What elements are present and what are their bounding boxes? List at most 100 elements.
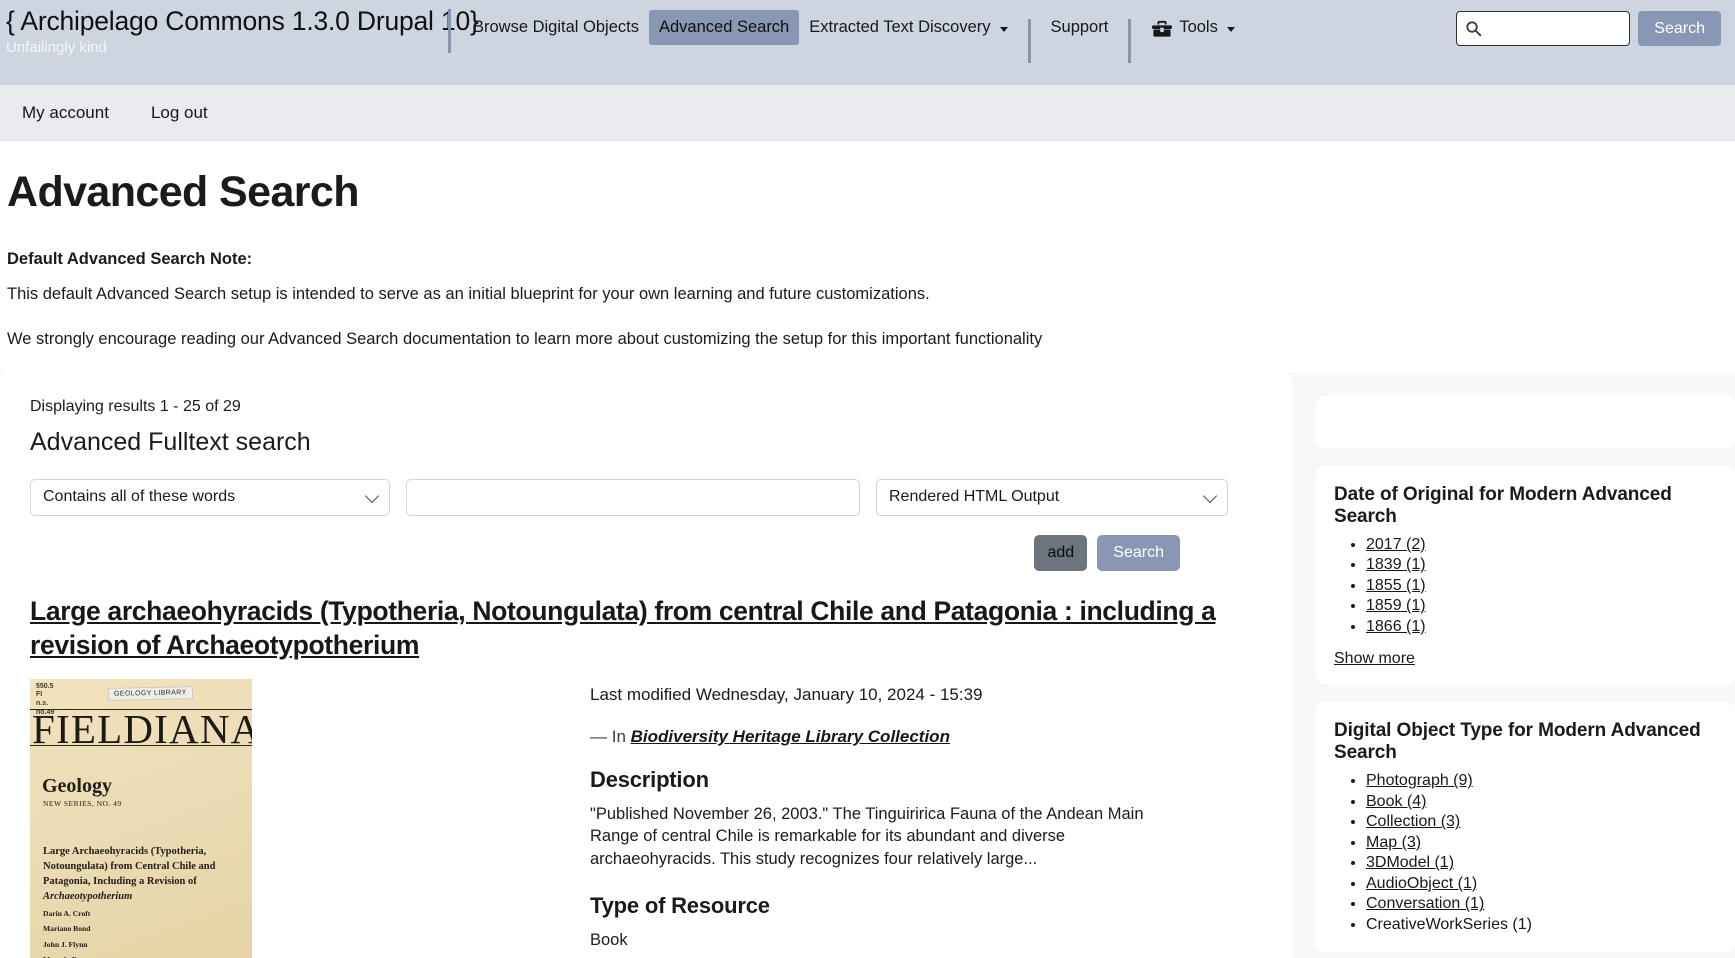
chevron-down-icon <box>365 489 379 503</box>
facet-title: Digital Object Type for Modern Advanced … <box>1334 720 1717 764</box>
nav-item-extracted-text-discovery[interactable]: Extracted Text Discovery <box>799 10 1017 45</box>
encourage-prefix: We strongly encourage reading our <box>7 330 268 348</box>
nav-label: Advanced Search <box>659 18 789 37</box>
header-search: Search <box>1456 11 1721 46</box>
cover-title-italic: Archaeotypotherium <box>43 891 132 902</box>
facet-show-more-link[interactable]: Show more <box>1334 650 1415 668</box>
top-navigation-bar: { Archipelago Commons 1.3.0 Drupal 10} U… <box>0 0 1735 85</box>
search-input[interactable] <box>1487 19 1621 38</box>
facet-link[interactable]: Collection (3) <box>1366 813 1460 830</box>
fulltext-search-heading: Advanced Fulltext search <box>30 428 1262 457</box>
cover-subject: Geology <box>42 775 112 798</box>
search-field-select[interactable]: Rendered HTML Output <box>876 479 1228 516</box>
type-of-resource-value: Book <box>590 929 1165 952</box>
advanced-search-form: Contains all of these words Rendered HTM… <box>30 479 1262 516</box>
search-terms-input[interactable] <box>406 479 860 516</box>
operator-select[interactable]: Contains all of these words <box>30 479 390 516</box>
search-results-panel: Displaying results 1 - 25 of 29 Advanced… <box>0 372 1292 958</box>
collection-line: — In Biodiversity Heritage Library Colle… <box>590 727 1262 747</box>
search-field-select-value: Rendered HTML Output <box>889 488 1059 506</box>
submit-search-button[interactable]: Search <box>1097 535 1180 571</box>
cover-author: Mariano Bond <box>43 921 99 937</box>
site-title: { Archipelago Commons 1.3.0 Drupal 10} <box>6 6 448 36</box>
content-columns: Displaying results 1 - 25 of 29 Advanced… <box>0 372 1735 958</box>
list-item: 1866 (1) <box>1366 618 1717 636</box>
nav-label: Browse Digital Objects <box>473 18 639 37</box>
toolbox-icon <box>1151 20 1173 38</box>
facet-list: Photograph (9) Book (4) Collection (3) M… <box>1334 772 1717 934</box>
facet-link[interactable]: Map (3) <box>1366 834 1421 851</box>
list-item: Collection (3) <box>1366 813 1717 831</box>
search-box[interactable] <box>1456 11 1630 46</box>
collection-link[interactable]: Biodiversity Heritage Library Collection <box>631 727 950 746</box>
list-item: Photograph (9) <box>1366 772 1717 790</box>
facet-link[interactable]: 1839 (1) <box>1366 556 1426 573</box>
advanced-search-documentation-link[interactable]: Advanced Search documentation <box>268 330 511 348</box>
chevron-down-icon <box>1203 489 1217 503</box>
results-count: Displaying results 1 - 25 of 29 <box>30 398 1262 416</box>
facet-digital-object-type: Digital Object Type for Modern Advanced … <box>1316 702 1735 952</box>
cover-title-line-2: Notoungulata) from Central Chile and <box>43 861 215 872</box>
facet-link[interactable]: 1866 (1) <box>1366 618 1426 635</box>
facet-link[interactable]: Photograph (9) <box>1366 772 1473 789</box>
nav-item-advanced-search[interactable]: Advanced Search <box>649 10 799 45</box>
facet-link[interactable]: Conversation (1) <box>1366 895 1484 912</box>
list-item: 2017 (2) <box>1366 536 1717 554</box>
list-item: AudioObject (1) <box>1366 875 1717 893</box>
type-of-resource-heading: Type of Resource <box>590 893 1262 919</box>
list-item: Map (3) <box>1366 834 1717 852</box>
cover-author: John J. Flynn <box>43 937 99 953</box>
search-icon <box>1465 20 1482 37</box>
advanced-search-note: Default Advanced Search Note: This defau… <box>7 250 1735 350</box>
facet-empty-panel <box>1316 396 1735 448</box>
list-item: 1839 (1) <box>1366 556 1717 574</box>
result-title-link[interactable]: Large archaeohyracids (Typotheria, Notou… <box>30 595 1262 663</box>
facet-link[interactable]: Book (4) <box>1366 793 1426 810</box>
last-modified-text: Last modified Wednesday, January 10, 202… <box>590 685 1262 705</box>
add-condition-button[interactable]: add <box>1034 535 1087 571</box>
result-metadata: Last modified Wednesday, January 10, 202… <box>590 679 1262 958</box>
list-item: 3DModel (1) <box>1366 854 1717 872</box>
nav-label: Tools <box>1179 18 1218 37</box>
nav-item-support[interactable]: Support <box>1041 10 1119 45</box>
cover-title-line-1: Large Archaeohyracids (Typotheria, <box>43 846 206 857</box>
result-thumbnail[interactable]: 550.5 FI n.s. no.49 GEOLOGY LIBRARY FIEL… <box>30 679 590 958</box>
facet-list: 2017 (2) 1839 (1) 1855 (1) 1859 (1) 1866… <box>1334 536 1717 636</box>
cover-title-line-3: Patagonia, Including a Revision of <box>43 876 197 887</box>
nav-label: Support <box>1051 18 1109 37</box>
nav-item-tools[interactable]: Tools <box>1141 10 1245 45</box>
nav-item-browse-digital-objects[interactable]: Browse Digital Objects <box>463 10 649 45</box>
nav-label: Extracted Text Discovery <box>809 18 990 37</box>
cover-authors: Darin A. Croft Mariano Bond John J. Flyn… <box>43 906 99 958</box>
page-content: Advanced Search Default Advanced Search … <box>0 169 1735 958</box>
form-actions: add Search <box>30 535 1262 571</box>
site-branding[interactable]: { Archipelago Commons 1.3.0 Drupal 10} U… <box>0 0 448 57</box>
facet-link[interactable]: AudioObject (1) <box>1366 875 1477 892</box>
nav-divider <box>1028 19 1031 63</box>
facet-link[interactable]: 3DModel (1) <box>1366 854 1454 871</box>
chevron-down-icon <box>1000 27 1008 32</box>
note-documentation-paragraph: We strongly encourage reading our Advanc… <box>7 328 1735 350</box>
list-item: 1855 (1) <box>1366 577 1717 595</box>
cover-series: NEW SERIES, NO. 49 <box>43 799 122 808</box>
encourage-suffix: to learn more about customizing the setu… <box>511 330 1042 348</box>
book-cover-image: 550.5 FI n.s. no.49 GEOLOGY LIBRARY FIEL… <box>30 679 252 958</box>
list-item: CreativeWorkSeries (1) <box>1366 916 1717 934</box>
facets-sidebar: Date of Original for Modern Advanced Sea… <box>1316 372 1735 953</box>
facet-date-of-original: Date of Original for Modern Advanced Sea… <box>1316 466 1735 685</box>
header-search-button[interactable]: Search <box>1638 11 1721 46</box>
facet-link[interactable]: 1855 (1) <box>1366 577 1426 594</box>
note-heading: Default Advanced Search Note: <box>7 250 1735 269</box>
account-bar: My account Log out <box>0 85 1735 141</box>
nav-divider <box>1128 19 1131 63</box>
description-text: "Published November 26, 2003." The Tingu… <box>590 803 1165 871</box>
note-paragraph: This default Advanced Search setup is in… <box>7 283 1735 305</box>
log-out-link[interactable]: Log out <box>151 103 208 123</box>
facet-title: Date of Original for Modern Advanced Sea… <box>1334 484 1717 528</box>
chevron-down-icon <box>1227 27 1235 32</box>
facet-link[interactable]: CreativeWorkSeries (1) <box>1366 916 1532 933</box>
facet-link[interactable]: 2017 (2) <box>1366 536 1426 553</box>
my-account-link[interactable]: My account <box>22 103 109 123</box>
list-item: 1859 (1) <box>1366 597 1717 615</box>
facet-link[interactable]: 1859 (1) <box>1366 597 1426 614</box>
